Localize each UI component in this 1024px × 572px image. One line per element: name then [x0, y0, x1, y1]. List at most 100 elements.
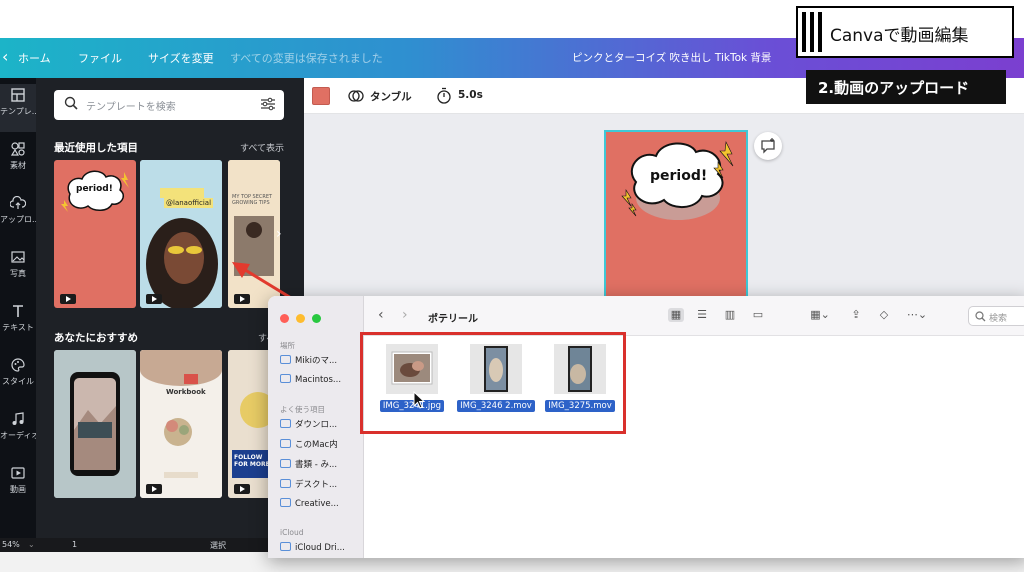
- design-page[interactable]: period!: [604, 130, 748, 305]
- share-icon[interactable]: ⇪: [848, 308, 864, 322]
- zoom-level[interactable]: 54%: [2, 540, 20, 549]
- close-window-button[interactable]: [280, 314, 289, 323]
- forward-chevron-icon[interactable]: ›: [402, 307, 408, 323]
- sidebar-item-video[interactable]: 動画: [0, 462, 36, 510]
- video-thumbnail: [470, 344, 522, 394]
- sidebar-item-photos[interactable]: 写真: [0, 246, 36, 294]
- video-file-thumbnail: [554, 344, 606, 394]
- sidebar-rail: テンプレ... 素材 アップロ... 写真 テキスト スタイル オーディオ 動画: [0, 78, 36, 538]
- cloud-icon: [280, 542, 291, 551]
- banner-bars-icon: [802, 12, 822, 52]
- duration-button[interactable]: 5.0s: [458, 89, 483, 101]
- sidebar-item-audio[interactable]: オーディオ: [0, 408, 36, 456]
- list-view-icon[interactable]: ☰: [694, 308, 710, 322]
- desktop-icon: [280, 479, 291, 488]
- video-badge-icon: [146, 484, 162, 494]
- column-view-icon[interactable]: ▥: [722, 308, 738, 322]
- home-button[interactable]: ホーム: [18, 50, 51, 66]
- sidebar-group-label: よく使う項目: [280, 405, 325, 414]
- thumb-text: MY TOP SECRET GROWING TIPS: [232, 194, 273, 206]
- file-item[interactable]: IMG_3275.mov: [540, 344, 620, 412]
- sidebar-item-label: 素材: [10, 161, 26, 170]
- sidebar-item-label: テキスト: [2, 323, 34, 332]
- file-name: IMG_3241.jpg: [379, 400, 445, 412]
- finder-toolbar: ‹ › ポテリール ▦ ☰ ▥ ▭ ▦⌄ ⇪ ◇ ⋯⌄ 検索: [364, 296, 1024, 336]
- finder-search-input[interactable]: 検索: [968, 306, 1024, 326]
- sidebar-item-text[interactable]: テキスト: [0, 300, 36, 348]
- save-status: すべての変更は保存されました: [230, 52, 383, 65]
- icon-view-grid-icon[interactable]: ▦: [668, 308, 684, 322]
- zoom-chevron-down-icon[interactable]: ⌄: [28, 540, 35, 549]
- group-grid-icon[interactable]: ▦⌄: [810, 308, 830, 322]
- bubble-text: period!: [650, 168, 708, 184]
- sidebar-item-desktop[interactable]: デスクト...: [280, 478, 362, 494]
- color-swatch[interactable]: [312, 87, 330, 105]
- image-icon: [10, 250, 26, 266]
- sidebar-item-label: 動画: [10, 485, 26, 494]
- sidebar-item-templates[interactable]: テンプレ...: [0, 84, 36, 132]
- more-actions-icon[interactable]: ⋯⌄: [904, 308, 930, 322]
- sidebar-item-label: 写真: [10, 269, 26, 278]
- sidebar-item-label: アップロ...: [0, 215, 36, 224]
- file-menu[interactable]: ファイル: [78, 50, 122, 66]
- cloud-upload-icon: [9, 195, 27, 212]
- sidebar-item-label: オーディオ: [0, 431, 36, 440]
- sidebar-item-styles[interactable]: スタイル: [0, 354, 36, 402]
- back-chevron-icon[interactable]: ‹: [378, 307, 384, 323]
- thumb-text: @lanaofficial: [164, 198, 214, 208]
- template-search-input[interactable]: テンプレートを検索: [54, 90, 284, 120]
- sidebar-group-label: iCloud: [280, 528, 304, 537]
- sidebar-item-creative-cloud[interactable]: Creative...: [280, 498, 362, 514]
- video-badge-icon: [234, 484, 250, 494]
- tag-icon[interactable]: ◇: [876, 308, 892, 322]
- comment-plus-icon: [761, 138, 775, 154]
- document-icon: [280, 498, 291, 507]
- minimize-window-button[interactable]: [296, 314, 305, 323]
- shapes-icon: [10, 142, 26, 158]
- file-item[interactable]: IMG_3246 2.mov: [456, 344, 536, 412]
- resize-button[interactable]: サイズを変更: [148, 50, 214, 66]
- banner-subtitle: 2.動画のアップロード: [818, 79, 970, 97]
- sidebar-item-macintosh-hd[interactable]: Macintos...: [280, 374, 362, 390]
- recommended-section-title: あなたにおすすめ: [54, 332, 138, 344]
- video-badge-icon: [146, 294, 162, 304]
- select-label[interactable]: 選択: [210, 540, 226, 551]
- add-comment-button[interactable]: [754, 132, 782, 160]
- laptop-icon: [280, 355, 291, 364]
- sidebar-item-uploads[interactable]: アップロ...: [0, 192, 36, 240]
- image-file-thumbnail: [386, 344, 438, 394]
- recent-see-all-link[interactable]: すべて表示: [240, 141, 284, 154]
- zoom-window-button[interactable]: [312, 314, 321, 323]
- sidebar-item-mac[interactable]: Mikiのマ...: [280, 354, 362, 370]
- file-item[interactable]: IMG_3241.jpg: [372, 344, 452, 412]
- video-icon: [10, 466, 26, 482]
- gallery-view-icon[interactable]: ▭: [750, 308, 766, 322]
- back-chevron-icon[interactable]: ‹: [2, 47, 8, 66]
- document-title[interactable]: ピンクとターコイズ 吹き出し TikTok 背景: [572, 50, 771, 65]
- sidebar-item-label: スタイル: [2, 377, 34, 386]
- sidebar-group-label: 場所: [280, 341, 295, 350]
- template-thumb-phone[interactable]: [54, 350, 136, 498]
- filter-sliders-icon[interactable]: [260, 97, 276, 111]
- template-thumb-portrait[interactable]: @lanaofficial: [140, 160, 222, 308]
- page-number[interactable]: 1: [72, 540, 77, 549]
- finder-search-placeholder: 検索: [989, 314, 1008, 324]
- sidebar-item-documents[interactable]: 書類 - み...: [280, 458, 362, 474]
- template-thumb-period[interactable]: period!: [54, 160, 136, 308]
- phone-mockup-illustration: [54, 350, 136, 498]
- tumble-animation-button[interactable]: タンブル: [370, 89, 412, 104]
- carousel-next-chevron-icon[interactable]: ›: [276, 226, 282, 242]
- sidebar-item-icloud-drive[interactable]: iCloud Dri...: [280, 542, 362, 558]
- sidebar-item-downloads[interactable]: ダウンロ...: [280, 418, 362, 434]
- download-icon: [280, 419, 291, 428]
- sidebar-item-elements[interactable]: 素材: [0, 138, 36, 186]
- sidebar-item-this-mac[interactable]: このMac内: [280, 438, 362, 454]
- templates-icon: [10, 88, 26, 104]
- sidebar-item-label: テンプレ...: [0, 107, 36, 116]
- video-file-thumbnail: [470, 344, 522, 394]
- animation-layers-icon: [348, 90, 364, 102]
- folder-icon: [280, 439, 291, 448]
- portrait-illustration: [140, 160, 222, 308]
- template-thumb-workbook[interactable]: Workbook: [140, 350, 222, 498]
- speech-bubble-icon: [61, 170, 129, 212]
